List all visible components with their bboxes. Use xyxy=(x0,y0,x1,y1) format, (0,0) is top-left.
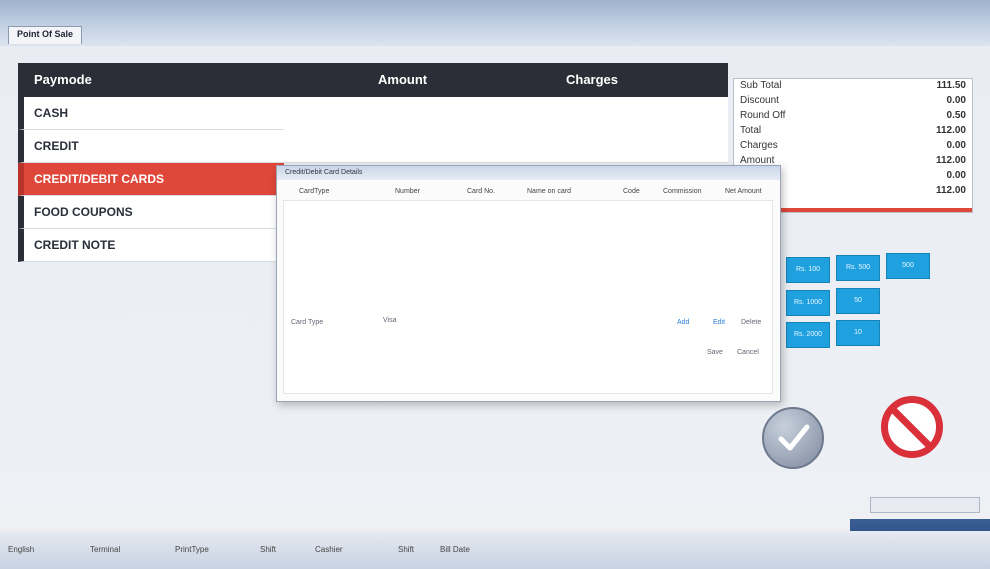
amount-column-header: Amount xyxy=(378,72,428,87)
totals-row: Charges 0.00 xyxy=(734,139,972,154)
totals-label: Charges xyxy=(740,140,778,151)
check-icon xyxy=(778,424,810,451)
cancel-payment-button[interactable] xyxy=(881,396,943,458)
totals-label: Total xyxy=(740,125,762,136)
system-tray-popup xyxy=(870,497,980,513)
status-print-type: PrintType xyxy=(175,545,209,554)
status-bar: English Terminal PrintType Shift Cashier… xyxy=(0,531,990,569)
totals-value: 0.50 xyxy=(946,110,966,121)
paymode-column-header: Paymode xyxy=(34,72,92,87)
totals-row: Sub Total 111.50 xyxy=(734,79,972,94)
totals-row: Round Off 0.50 xyxy=(734,109,972,124)
status-bill-date: Bill Date xyxy=(440,545,470,554)
totals-label: Discount xyxy=(740,95,779,106)
card-list-area[interactable] xyxy=(283,200,773,394)
status-cashier: Cashier xyxy=(315,545,343,554)
dialog-column-header: Commission xyxy=(663,188,702,195)
dialog-title: Credit/Debit Card Details xyxy=(277,166,780,180)
quick-amount-button[interactable]: 500 xyxy=(886,253,930,279)
quick-amount-button[interactable]: Rs. 2000 xyxy=(786,322,830,348)
confirm-payment-button[interactable] xyxy=(762,407,824,469)
window-tab[interactable]: Point Of Sale xyxy=(8,26,83,44)
totals-value: 111.50 xyxy=(936,80,966,91)
delete-card-button[interactable]: Delete xyxy=(741,319,761,326)
quick-amount-button[interactable]: Rs. 100 xyxy=(786,257,830,283)
card-type-value[interactable]: Visa xyxy=(383,317,397,324)
status-shift-2: Shift xyxy=(398,545,415,554)
paymode-header: Paymode Amount Charges xyxy=(18,63,728,97)
charges-column-header: Charges xyxy=(566,72,619,87)
paymode-credit[interactable]: CREDIT xyxy=(18,130,284,163)
dialog-column-header: Net Amount xyxy=(725,188,762,195)
totals-value: 112.00 xyxy=(935,155,966,166)
paymode-amount-cells[interactable] xyxy=(284,97,728,163)
window-title-bar: Point Of Sale xyxy=(0,0,990,46)
status-language: English xyxy=(8,545,35,554)
totals-value: 0.00 xyxy=(946,95,966,106)
totals-row: Total 112.00 xyxy=(734,124,972,139)
card-details-dialog: Credit/Debit Card Details CardType Numbe… xyxy=(276,165,781,402)
paymode-credit-note[interactable]: CREDIT NOTE xyxy=(18,229,284,262)
totals-value: 112.00 xyxy=(935,125,966,136)
status-terminal: Terminal xyxy=(90,545,121,554)
dialog-column-header: CardType xyxy=(299,188,330,195)
quick-amount-button[interactable]: Rs. 1000 xyxy=(786,290,830,316)
edit-card-button[interactable]: Edit xyxy=(713,319,725,326)
totals-label: Sub Total xyxy=(740,80,782,91)
add-card-button[interactable]: Add xyxy=(677,319,689,326)
totals-value: 0.00 xyxy=(946,170,966,181)
quick-amount-button[interactable]: Rs. 500 xyxy=(836,255,880,281)
totals-value: 112.00 xyxy=(935,185,966,196)
paymode-credit-debit-cards[interactable]: CREDIT/DEBIT CARDS xyxy=(18,163,284,196)
status-shift: Shift xyxy=(260,545,277,554)
totals-label: Round Off xyxy=(740,110,786,121)
paymode-cash[interactable]: CASH xyxy=(18,97,284,130)
dialog-cancel-button[interactable]: Cancel xyxy=(737,349,759,356)
dialog-column-header: Card No. xyxy=(467,188,496,195)
paymode-food-coupons[interactable]: FOOD COUPONS xyxy=(18,196,284,229)
totals-row: Discount 0.00 xyxy=(734,94,972,109)
quick-amount-button[interactable]: 50 xyxy=(836,288,880,314)
dialog-save-button[interactable]: Save xyxy=(707,349,723,356)
dialog-column-header: Code xyxy=(623,188,640,195)
card-type-label: Card Type xyxy=(291,319,324,326)
dialog-column-header: Name on card xyxy=(527,188,571,195)
totals-value: 0.00 xyxy=(946,140,966,151)
quick-amount-button[interactable]: 10 xyxy=(836,320,880,346)
dialog-column-header: Number xyxy=(395,188,420,195)
